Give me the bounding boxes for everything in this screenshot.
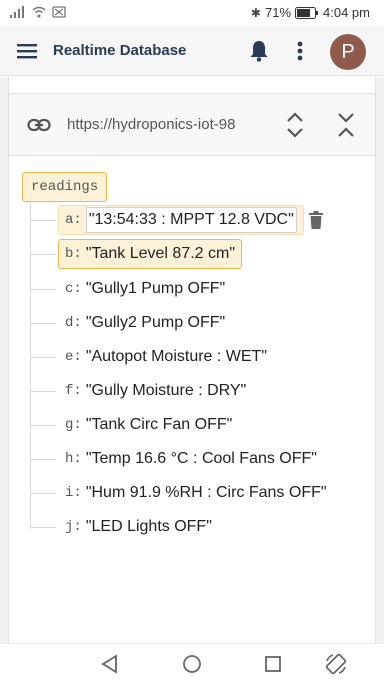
tree-branch [30,254,56,255]
tree-row[interactable]: i: "Hum 91.9 %RH : Circ Fans OFF" [30,478,370,508]
node-key: b: [65,246,82,262]
battery-percent: 71% [264,5,292,20]
tree-row[interactable]: g: "Tank Circ Fan OFF" [30,410,370,440]
tree-node[interactable]: e: "Autopot Moisture : WET" [58,342,274,372]
system-nav-bar [0,643,384,682]
tree-row[interactable]: h: "Temp 16.6 °C : Cool Fans OFF" [30,444,370,474]
tree-node[interactable]: j: "LED Lights OFF" [58,512,219,542]
tree-row[interactable]: d: "Gully2 Pump OFF" [30,308,370,338]
tree-node[interactable]: b: "Tank Level 87.2 cm" [58,239,243,269]
notification-icon [52,6,66,18]
status-right: ✱ 71% 4:04 pm [251,5,370,20]
more-vert-icon[interactable] [290,38,310,64]
tree-row[interactable]: b: "Tank Level 87.2 cm" [30,239,370,269]
unfold-less-icon[interactable] [334,110,358,140]
node-key: j: [65,519,82,535]
node-key: f: [65,383,82,399]
avatar[interactable]: P [330,34,366,70]
node-value: "Gully2 Pump OFF" [85,314,226,331]
node-key: e: [65,349,82,365]
node-key: d: [65,315,82,331]
signal-icon [10,6,24,18]
clock: 4:04 pm [323,5,370,20]
tree-node[interactable]: f: "Gully Moisture : DRY" [58,376,253,406]
tree-row[interactable]: j: "LED Lights OFF" [30,512,370,542]
rotate-icon[interactable] [324,652,348,676]
link-icon[interactable] [27,114,51,136]
node-value: "LED Lights OFF" [85,518,212,535]
tree-node[interactable]: h: "Temp 16.6 °C : Cool Fans OFF" [58,444,324,474]
tree-node[interactable]: a: "13:54:33 : MPPT 12.8 VDC" [58,205,304,235]
tree-node[interactable]: c: "Gully1 Pump OFF" [58,274,232,304]
unfold-more-icon[interactable] [283,110,307,140]
home-circle-icon[interactable] [180,652,204,676]
node-key: a: [65,212,82,228]
status-left [10,6,66,18]
page-title: Realtime Database [53,42,187,59]
node-value-editor[interactable]: "13:54:33 : MPPT 12.8 VDC" [85,207,297,233]
node-value: "Gully Moisture : DRY" [85,382,247,399]
bluetooth-icon: ✱ [250,5,261,20]
database-url[interactable]: https://hydroponics-iot-98 [67,116,235,133]
battery-icon [295,6,319,19]
tree-row[interactable]: e: "Autopot Moisture : WET" [30,342,370,372]
hamburger-icon[interactable] [14,38,40,64]
node-key: g: [65,417,82,433]
tree-branch [30,493,56,494]
tree-branch [30,357,56,358]
node-value: "Gully1 Pump OFF" [85,280,226,297]
tree-branch [30,527,56,528]
node-key: i: [65,485,82,501]
node-value: "Hum 91.9 %RH : Circ Fans OFF" [85,484,327,501]
tree-branch [30,425,56,426]
back-triangle-icon[interactable] [98,652,122,676]
node-value: "Tank Circ Fan OFF" [85,416,233,433]
tree-row[interactable]: f: "Gully Moisture : DRY" [30,376,370,406]
tree-node[interactable]: d: "Gully2 Pump OFF" [58,308,232,338]
node-value: "Temp 16.6 °C : Cool Fans OFF" [85,450,317,467]
tree-branch [30,289,56,290]
url-bar: https://hydroponics-iot-98 [9,94,375,156]
wifi-icon [32,6,46,18]
tree-root-node[interactable]: readings [22,172,108,202]
tree-row[interactable]: c: "Gully1 Pump OFF" [30,274,370,304]
status-bar: ✱ 71% 4:04 pm [0,0,384,26]
tree-node[interactable]: i: "Hum 91.9 %RH : Circ Fans OFF" [58,478,334,508]
node-value: "Tank Level 87.2 cm" [85,245,236,262]
node-key: h: [65,451,82,467]
database-panel: https://hydroponics-iot-98 readings a: "… [8,77,376,643]
trash-icon[interactable] [306,210,326,230]
bell-icon[interactable] [246,38,272,64]
tree-branch [30,459,56,460]
tree-branch [30,391,56,392]
node-key: c: [65,281,82,297]
node-value: "Autopot Moisture : WET" [85,348,268,365]
app-bar: Realtime Database P [0,26,384,76]
tree-branch [30,323,56,324]
tree-node[interactable]: g: "Tank Circ Fan OFF" [58,410,239,440]
recents-square-icon[interactable] [261,652,285,676]
tree-branch [30,220,56,221]
tree-row[interactable]: a: "13:54:33 : MPPT 12.8 VDC" [30,205,370,235]
